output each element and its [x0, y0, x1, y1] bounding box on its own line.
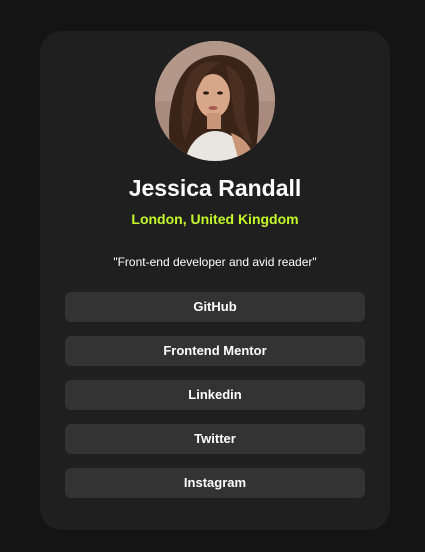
- profile-card: Jessica Randall London, United Kingdom "…: [40, 31, 390, 530]
- profile-bio: "Front-end developer and avid reader": [113, 255, 317, 269]
- social-links-list: GitHub Frontend Mentor Linkedin Twitter …: [65, 292, 365, 512]
- profile-location: London, United Kingdom: [131, 211, 299, 227]
- frontend-mentor-link-button[interactable]: Frontend Mentor: [65, 336, 365, 366]
- linkedin-link-button[interactable]: Linkedin: [65, 380, 365, 410]
- github-link-button[interactable]: GitHub: [65, 292, 365, 322]
- instagram-link-button[interactable]: Instagram: [65, 468, 365, 498]
- twitter-link-button[interactable]: Twitter: [65, 424, 365, 454]
- avatar: [155, 41, 275, 161]
- profile-name: Jessica Randall: [128, 175, 302, 201]
- avatar-portrait-image: [155, 41, 275, 161]
